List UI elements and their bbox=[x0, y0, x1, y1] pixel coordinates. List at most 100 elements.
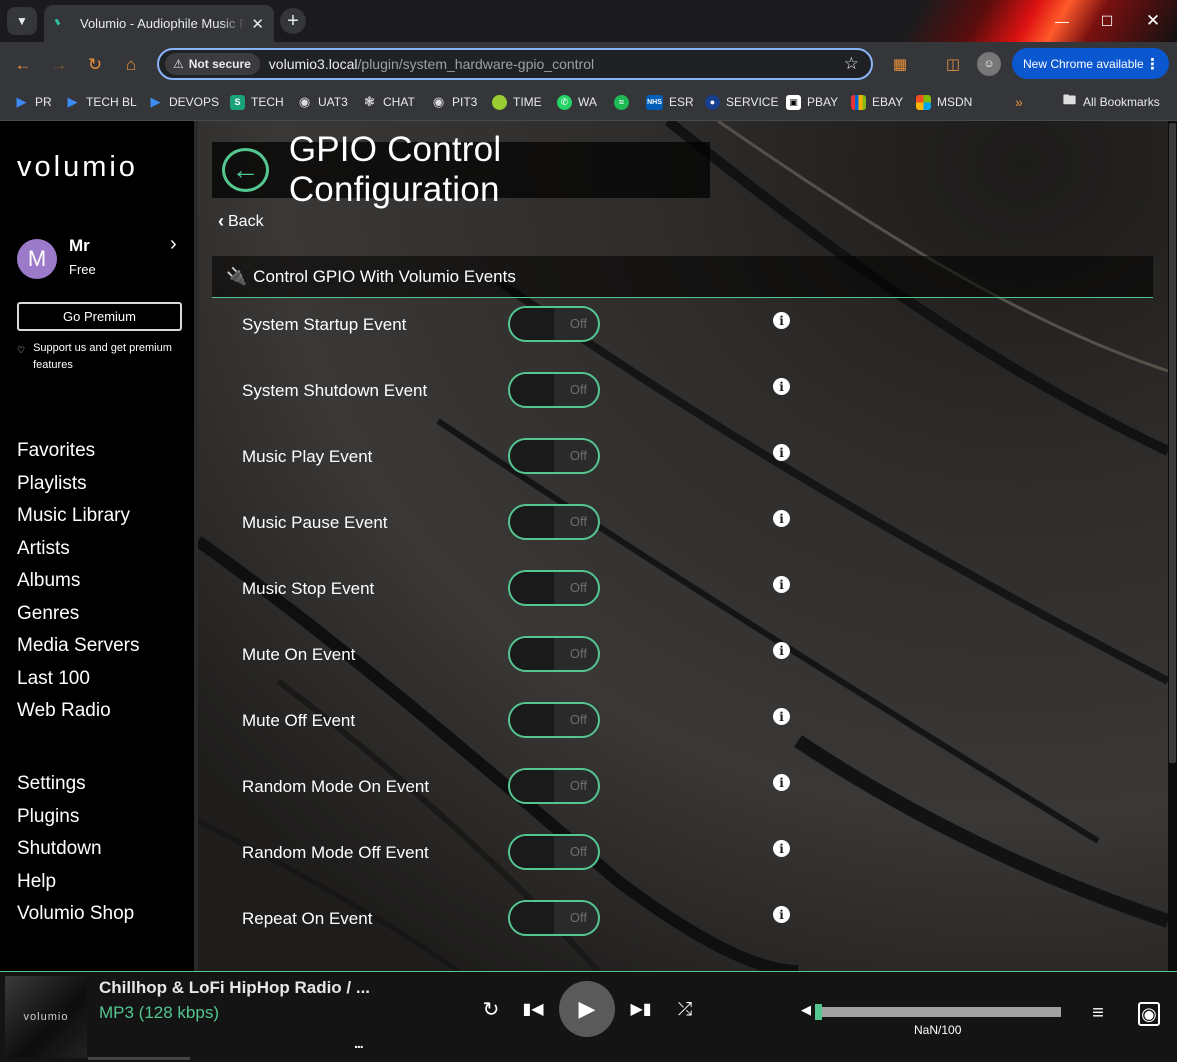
side-panel-icon[interactable]: ◫ bbox=[941, 52, 965, 76]
bookmark-pbay[interactable]: ▣ PBAY bbox=[786, 94, 838, 110]
album-art[interactable]: volumio bbox=[5, 976, 87, 1058]
close-tab-icon[interactable]: ✕ bbox=[251, 15, 264, 33]
play-button[interactable]: ▶ bbox=[559, 981, 615, 1037]
go-premium-button[interactable]: Go Premium bbox=[17, 302, 182, 331]
chevron-right-icon[interactable]: › bbox=[170, 233, 177, 256]
bookmark-msdn[interactable]: MSDN bbox=[916, 94, 972, 110]
back-link[interactable]: ‹ Back bbox=[218, 211, 264, 232]
reload-icon[interactable]: ↻ bbox=[84, 54, 106, 76]
skip-next-icon[interactable]: ▶▮ bbox=[630, 998, 652, 1020]
toggle-knob bbox=[510, 374, 554, 406]
more-vertical-icon[interactable]: ⋮ bbox=[1145, 55, 1160, 73]
event-toggle-switch[interactable]: Off bbox=[508, 636, 600, 672]
more-bookmarks-chevron-icon[interactable]: » bbox=[1015, 94, 1023, 110]
event-toggle-switch[interactable]: Off bbox=[508, 834, 600, 870]
sidebar-item-help[interactable]: Help bbox=[17, 866, 134, 899]
sidebar-item-plugins[interactable]: Plugins bbox=[17, 801, 134, 834]
scrollbar-thumb[interactable] bbox=[1169, 123, 1176, 763]
url-text[interactable]: volumio3.local/plugin/system_hardware-gp… bbox=[269, 56, 594, 72]
minimize-window-button[interactable]: — bbox=[1039, 0, 1085, 42]
user-name[interactable]: Mr bbox=[69, 236, 90, 256]
bookmark-wa[interactable]: ✆ WA bbox=[557, 94, 597, 110]
queue-icon[interactable]: ≡ bbox=[1086, 1002, 1110, 1024]
bookmark-uat3[interactable]: ◉ UAT3 bbox=[297, 94, 348, 110]
info-icon[interactable]: i bbox=[773, 708, 790, 725]
address-bar[interactable]: ⚠ Not secure volumio3.local/plugin/syste… bbox=[157, 48, 873, 80]
sidebar-item-music-library[interactable]: Music Library bbox=[17, 500, 140, 533]
sidebar-item-genres[interactable]: Genres bbox=[17, 598, 140, 631]
sidebar-item-shutdown[interactable]: Shutdown bbox=[17, 833, 134, 866]
toggle-state: Off bbox=[569, 646, 587, 661]
bookmark-pit3[interactable]: ◉ PIT3 bbox=[431, 94, 478, 110]
profile-avatar-icon[interactable]: ☺ bbox=[977, 52, 1001, 76]
repeat-icon[interactable]: ↻ bbox=[480, 998, 502, 1021]
sidebar-item-playlists[interactable]: Playlists bbox=[17, 468, 140, 501]
info-icon[interactable]: i bbox=[773, 774, 790, 791]
all-bookmarks-button[interactable]: 🖿 All Bookmarks bbox=[1062, 92, 1160, 110]
info-icon[interactable]: i bbox=[773, 510, 790, 527]
bookmark-time[interactable]: TIME bbox=[492, 94, 542, 110]
bookmark-devops[interactable]: ▶ DEVOPS bbox=[148, 94, 220, 110]
info-icon[interactable]: i bbox=[773, 840, 790, 857]
bookmark-chat[interactable]: ❃ CHAT bbox=[362, 94, 415, 110]
event-label: Random Mode On Event bbox=[242, 777, 430, 796]
not-secure-chip[interactable]: ⚠ Not secure bbox=[165, 53, 260, 75]
more-options-icon[interactable]: ... bbox=[354, 1035, 364, 1051]
event-toggle-switch[interactable]: Off bbox=[508, 702, 600, 738]
info-icon[interactable]: i bbox=[773, 576, 790, 593]
home-icon[interactable]: ⌂ bbox=[120, 54, 142, 76]
event-toggle-switch[interactable]: Off bbox=[508, 570, 600, 606]
bookmark-spotify[interactable]: ≈ bbox=[614, 94, 635, 110]
info-icon[interactable]: i bbox=[773, 642, 790, 659]
new-chrome-available-button[interactable]: New Chrome available ⋮ bbox=[1012, 48, 1169, 79]
skip-previous-icon[interactable]: ▮◀ bbox=[522, 998, 544, 1020]
event-toggle-switch[interactable]: Off bbox=[508, 900, 600, 936]
info-icon[interactable]: i bbox=[773, 906, 790, 923]
sidebar-item-favorites[interactable]: Favorites bbox=[17, 435, 140, 468]
info-icon[interactable]: i bbox=[773, 312, 790, 329]
sidebar-menu-secondary: Settings Plugins Shutdown Help Volumio S… bbox=[17, 768, 134, 931]
event-toggle-switch[interactable]: Off bbox=[508, 504, 600, 540]
main-scrollbar[interactable] bbox=[1168, 121, 1177, 971]
volume-icon[interactable]: ◀ bbox=[801, 1002, 811, 1018]
track-title[interactable]: Chillhop & LoFi HipHop Radio / ... bbox=[99, 978, 370, 998]
bookmark-tech-bl[interactable]: ▶ TECH BL bbox=[65, 94, 137, 110]
tab-search-button[interactable]: ▼ bbox=[7, 7, 37, 35]
info-icon[interactable]: i bbox=[773, 444, 790, 461]
bookmark-ebay[interactable]: EBAY bbox=[851, 94, 903, 110]
bookmark-service[interactable]: ● SERVICE bbox=[705, 94, 778, 110]
support-text: Support us and get premium features bbox=[33, 342, 172, 371]
maximize-window-button[interactable]: ☐ bbox=[1084, 0, 1130, 42]
sidebar-item-web-radio[interactable]: Web Radio bbox=[17, 695, 140, 728]
shuffle-icon[interactable]: ⤮ bbox=[673, 998, 697, 1020]
close-window-button[interactable]: ✕ bbox=[1130, 0, 1176, 42]
seek-bar[interactable] bbox=[88, 1057, 190, 1060]
browser-tab-volumio[interactable]: Volumio - Audiophile Music Player ✕ bbox=[44, 5, 274, 42]
sidebar-item-settings[interactable]: Settings bbox=[17, 768, 134, 801]
sidebar-item-albums[interactable]: Albums bbox=[17, 565, 140, 598]
new-tab-button[interactable]: + bbox=[280, 8, 306, 34]
volume-slider-handle[interactable] bbox=[815, 1004, 822, 1020]
event-toggle-switch[interactable]: Off bbox=[508, 372, 600, 408]
bookmark-tech[interactable]: S TECH bbox=[230, 94, 284, 110]
bookmark-pr[interactable]: ▶ PR bbox=[14, 94, 52, 110]
event-toggle-switch[interactable]: Off bbox=[508, 438, 600, 474]
event-toggle-switch[interactable]: Off bbox=[508, 306, 600, 342]
sidebar-item-last-100[interactable]: Last 100 bbox=[17, 663, 140, 696]
volumio-logo[interactable]: volumio bbox=[17, 151, 138, 184]
back-arrow-circle-icon[interactable]: ← bbox=[222, 148, 269, 192]
avatar[interactable]: M bbox=[17, 239, 57, 279]
info-icon[interactable]: i bbox=[773, 378, 790, 395]
event-toggle-switch[interactable]: Off bbox=[508, 768, 600, 804]
sidebar-item-volumio-shop[interactable]: Volumio Shop bbox=[17, 898, 134, 931]
volume-slider[interactable] bbox=[815, 1004, 1061, 1020]
bookmark-esr[interactable]: NHS ESR bbox=[646, 94, 694, 110]
sidebar-item-media-servers[interactable]: Media Servers bbox=[17, 630, 140, 663]
bookmark-star-icon[interactable]: ☆ bbox=[844, 54, 859, 74]
sidebar-item-artists[interactable]: Artists bbox=[17, 533, 140, 566]
forward-arrow-icon[interactable]: → bbox=[48, 54, 70, 76]
extensions-puzzle-icon[interactable]: ▦ bbox=[888, 52, 912, 76]
speaker-output-icon[interactable]: ◉ bbox=[1138, 1002, 1160, 1026]
event-label: Mute Off Event bbox=[242, 711, 356, 730]
back-arrow-icon[interactable]: ← bbox=[12, 54, 34, 76]
